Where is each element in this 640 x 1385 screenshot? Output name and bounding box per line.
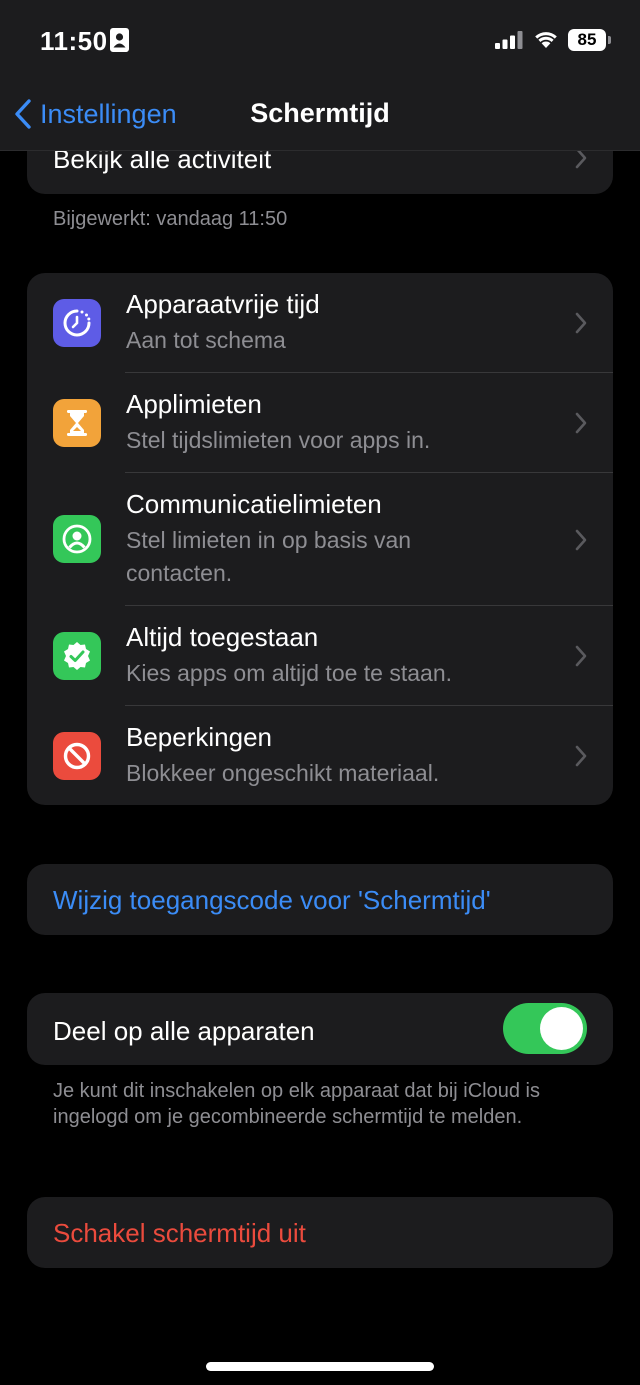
share-across-devices-row: Deel op alle apparaten	[27, 993, 613, 1065]
change-passcode-label: Wijzig toegangscode voor 'Schermtijd'	[53, 885, 491, 915]
downtime-subtitle: Aan tot schema	[126, 327, 286, 353]
signal-icon	[495, 31, 523, 49]
status-time: 11:50	[40, 26, 108, 56]
navigation-bar: Instellingen Schermtijd	[0, 82, 640, 151]
change-passcode-button[interactable]: Wijzig toegangscode voor 'Schermtijd'	[27, 864, 613, 935]
communication-limits-subtitle: Stel limieten in op basis van contacten.	[126, 527, 412, 586]
contact-card-icon	[110, 28, 129, 52]
chevron-right-icon	[575, 529, 587, 550]
turn-off-screen-time-label: Schakel schermtijd uit	[53, 1218, 306, 1248]
battery-nub	[608, 36, 611, 44]
hourglass-icon	[53, 399, 101, 447]
checkmark-seal-icon	[53, 632, 101, 680]
home-indicator	[206, 1362, 434, 1371]
page-title: Schermtijd	[250, 98, 390, 128]
share-across-devices-toggle[interactable]	[503, 1003, 587, 1054]
chevron-right-icon	[575, 412, 587, 434]
person-circle-icon	[53, 515, 101, 563]
chevron-right-icon	[575, 745, 587, 766]
chevron-right-icon	[575, 312, 587, 334]
restriction-icon	[53, 732, 101, 780]
share-group: Deel op alle apparaten	[27, 993, 613, 1065]
updated-footnote: Bijgewerkt: vandaag 11:50	[53, 208, 288, 230]
list-item-app-limits[interactable]: Applimieten Stel tijdslimieten voor apps…	[27, 373, 613, 473]
disable-group: Schakel schermtijd uit	[27, 1197, 613, 1268]
list-item-always-allowed[interactable]: Altijd toegestaan Kies apps om altijd to…	[27, 606, 613, 706]
list-item-communication-limits[interactable]: Communicatielimieten Stel limieten in op…	[27, 473, 613, 606]
restrictions-title: Beperkingen	[126, 722, 272, 752]
downtime-icon	[53, 299, 101, 347]
restrictions-subtitle: Blokkeer ongeschikt materiaal.	[126, 760, 440, 786]
screen-time-settings-group: Apparaatvrije tijd Aan tot schema Applim…	[27, 273, 613, 805]
passcode-group: Wijzig toegangscode voor 'Schermtijd'	[27, 864, 613, 935]
app-limits-title: Applimieten	[126, 389, 262, 419]
list-item-restrictions[interactable]: Beperkingen Blokkeer ongeschikt materiaa…	[27, 706, 613, 805]
toggle-knob	[540, 1007, 583, 1050]
status-bar: 11:50 85	[0, 0, 640, 82]
chevron-right-icon	[575, 645, 587, 667]
always-allowed-subtitle: Kies apps om altijd toe te staan.	[126, 660, 453, 686]
share-footnote: Je kunt dit inschakelen op elk apparaat …	[53, 1080, 540, 1128]
app-limits-subtitle: Stel tijdslimieten voor apps in.	[126, 427, 431, 453]
list-item-downtime[interactable]: Apparaatvrije tijd Aan tot schema	[27, 273, 613, 373]
always-allowed-title: Altijd toegestaan	[126, 622, 319, 652]
share-across-devices-label: Deel op alle apparaten	[53, 1016, 315, 1046]
turn-off-screen-time-button[interactable]: Schakel schermtijd uit	[27, 1197, 613, 1268]
downtime-title: Apparaatvrije tijd	[126, 289, 320, 319]
wifi-icon	[535, 32, 557, 48]
communication-limits-title: Communicatielimieten	[126, 489, 382, 519]
battery-indicator: 85	[568, 29, 606, 51]
